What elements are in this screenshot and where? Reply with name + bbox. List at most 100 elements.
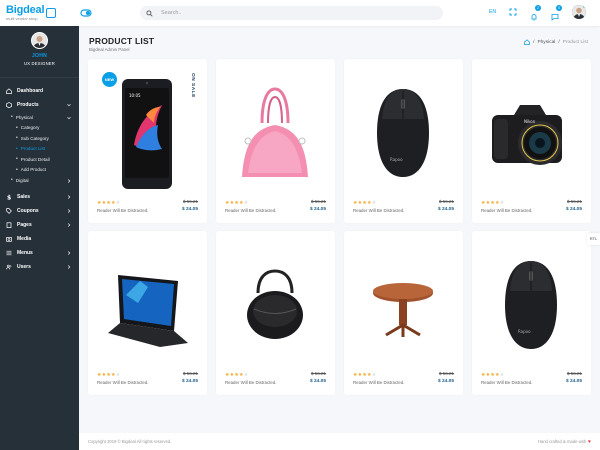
search-bar[interactable]: Search..: [140, 6, 443, 20]
notification-count: 2: [535, 5, 541, 11]
product-grid: 10:05 NEW ON SALE ★★★★★ Reader Will Be D…: [88, 59, 592, 395]
sidebar-item-category[interactable]: • Category: [0, 123, 79, 134]
sidebar-item-label: Menus: [17, 249, 33, 256]
sidebar-item-coupons[interactable]: Coupons: [0, 204, 79, 218]
product-description: Reader Will Be Distracted.: [353, 208, 405, 213]
sidebar-item-add-product[interactable]: • Add Product: [0, 165, 79, 176]
sidebar-item-label: Media: [17, 235, 32, 242]
sidebar-item-product-list[interactable]: • Product List: [0, 144, 79, 155]
svg-text:Nikon: Nikon: [524, 119, 536, 124]
chevron-right-icon: [67, 208, 71, 213]
round-bag-image: [247, 269, 303, 339]
product-card[interactable]: ★★★★★ Reader Will Be Distracted. $ 56.21…: [344, 231, 463, 395]
breadcrumb-separator: /: [558, 39, 560, 45]
new-badge: NEW: [102, 72, 117, 87]
bag-icon: [46, 8, 57, 18]
product-card[interactable]: ★★★★★ Reader Will Be Distracted. $ 56.21…: [88, 231, 207, 395]
old-price: $ 56.21: [438, 199, 454, 204]
sidebar-item-label: Coupons: [17, 207, 39, 214]
footer: Copyright 2019 © Bigdeal All rights rese…: [79, 433, 600, 450]
sidebar-item-label: Product List: [20, 146, 46, 152]
sidebar-item-sub-category[interactable]: • Sub Category: [0, 133, 79, 144]
rating-stars: ★★★★★: [353, 372, 377, 378]
product-description: Reader Will Be Distracted.: [97, 380, 149, 385]
product-description: Reader Will Be Distracted.: [225, 380, 277, 385]
language-selector[interactable]: EN: [489, 9, 496, 15]
footer-credit: Hand crafted & made with ♥: [538, 439, 591, 445]
chevron-right-icon: [67, 178, 71, 183]
bullet-icon: •: [16, 166, 18, 173]
top-header: Bigdeal multi vendor shop Search.. EN 2 …: [0, 0, 600, 26]
bullet-icon: •: [16, 124, 18, 131]
home-icon[interactable]: [524, 39, 530, 45]
rtl-toggle-button[interactable]: RTL: [587, 233, 600, 245]
old-price: $ 56.21: [438, 371, 454, 376]
product-card[interactable]: Rapoo ★★★★★ Reader Will Be Distracted. $…: [472, 231, 591, 395]
product-card[interactable]: Nikon ★★★★★ Reader Will Be Distracted. $…: [472, 59, 591, 223]
product-card[interactable]: ★★★★★ Reader Will Be Distracted. $ 56.21…: [216, 59, 335, 223]
sidebar-item-physical[interactable]: • Physical: [0, 112, 79, 123]
clipboard-icon: [6, 221, 12, 228]
rating-stars: ★★★★★: [353, 200, 377, 206]
home-icon: [6, 88, 12, 94]
dollar-icon: $: [7, 194, 11, 200]
product-description: Reader Will Be Distracted.: [225, 208, 277, 213]
sidebar-item-label: Sales: [17, 193, 31, 200]
handbag-image: [242, 87, 308, 177]
sidebar-toggle-icon[interactable]: [80, 7, 92, 19]
rating-stars: ★★★★★: [481, 200, 505, 206]
sidebar: JOHN UX DESIGNER Dashboard Products • Ph…: [0, 26, 79, 450]
profile-avatar[interactable]: [31, 32, 48, 49]
chevron-right-icon: [67, 250, 71, 255]
rating-stars: ★★★★★: [97, 200, 121, 206]
breadcrumb: / Physical / Product List: [524, 39, 588, 45]
bullet-icon: •: [16, 135, 18, 142]
sidebar-item-label: Pages: [17, 221, 32, 228]
rating-stars: ★★★★★: [225, 372, 249, 378]
svg-text:Rapoo: Rapoo: [390, 157, 403, 162]
old-price: $ 56.21: [310, 199, 326, 204]
sidebar-item-dashboard[interactable]: Dashboard: [0, 84, 79, 98]
sale-price: $ 24.05: [181, 207, 198, 212]
sidebar-item-label: Users: [17, 263, 31, 270]
old-price: $ 56.21: [182, 199, 198, 204]
fullscreen-icon[interactable]: [509, 8, 517, 16]
sidebar-item-products[interactable]: Products: [0, 98, 79, 112]
chevron-right-icon: [67, 194, 71, 199]
brand-name: Bigdeal: [6, 4, 45, 16]
sidebar-item-product-detail[interactable]: • Product Detail: [0, 154, 79, 165]
on-sale-tag: ON SALE: [190, 73, 195, 98]
product-description: Reader Will Be Distracted.: [97, 208, 149, 213]
search-input[interactable]: Search..: [161, 10, 181, 16]
chevron-right-icon: [67, 264, 71, 269]
chevron-down-icon: [67, 116, 71, 119]
notification-button[interactable]: 2: [530, 5, 541, 21]
product-card[interactable]: ★★★★★ Reader Will Be Distracted. $ 56.21…: [216, 231, 335, 395]
messages-button[interactable]: 0: [551, 5, 562, 21]
product-description: Reader Will Be Distracted.: [481, 208, 533, 213]
svg-text:$: $: [7, 194, 11, 200]
sidebar-item-media[interactable]: Media: [0, 232, 79, 246]
tag-icon: [6, 207, 12, 214]
sidebar-item-sales[interactable]: $ Sales: [0, 190, 79, 204]
sidebar-item-label: Add Product: [20, 167, 47, 173]
product-description: Reader Will Be Distracted.: [353, 380, 405, 385]
main-content: PRODUCT LIST Bigdeal Admin Panel / Physi…: [79, 26, 600, 450]
product-card[interactable]: 10:05 NEW ON SALE ★★★★★ Reader Will Be D…: [88, 59, 207, 223]
sidebar-item-users[interactable]: Users: [0, 260, 79, 274]
brand-logo[interactable]: Bigdeal multi vendor shop: [0, 0, 79, 26]
sale-price: $ 24.05: [437, 207, 454, 212]
bell-icon: [531, 14, 537, 21]
bullet-icon: •: [11, 177, 13, 184]
page-subtitle: Bigdeal Admin Panel: [89, 47, 130, 52]
sale-price: $ 24.05: [309, 379, 326, 384]
box-icon: [6, 102, 12, 108]
sidebar-item-digital[interactable]: • Digital: [0, 175, 79, 186]
product-card[interactable]: Rapoo ★★★★★ Reader Will Be Distracted. $…: [344, 59, 463, 223]
sidebar-item-menus[interactable]: Menus: [0, 246, 79, 260]
profile-name: JOHN: [31, 53, 48, 59]
breadcrumb-physical[interactable]: Physical: [537, 40, 555, 45]
rating-stars: ★★★★★: [97, 372, 121, 378]
sidebar-item-pages[interactable]: Pages: [0, 218, 79, 232]
user-avatar[interactable]: [572, 5, 586, 19]
